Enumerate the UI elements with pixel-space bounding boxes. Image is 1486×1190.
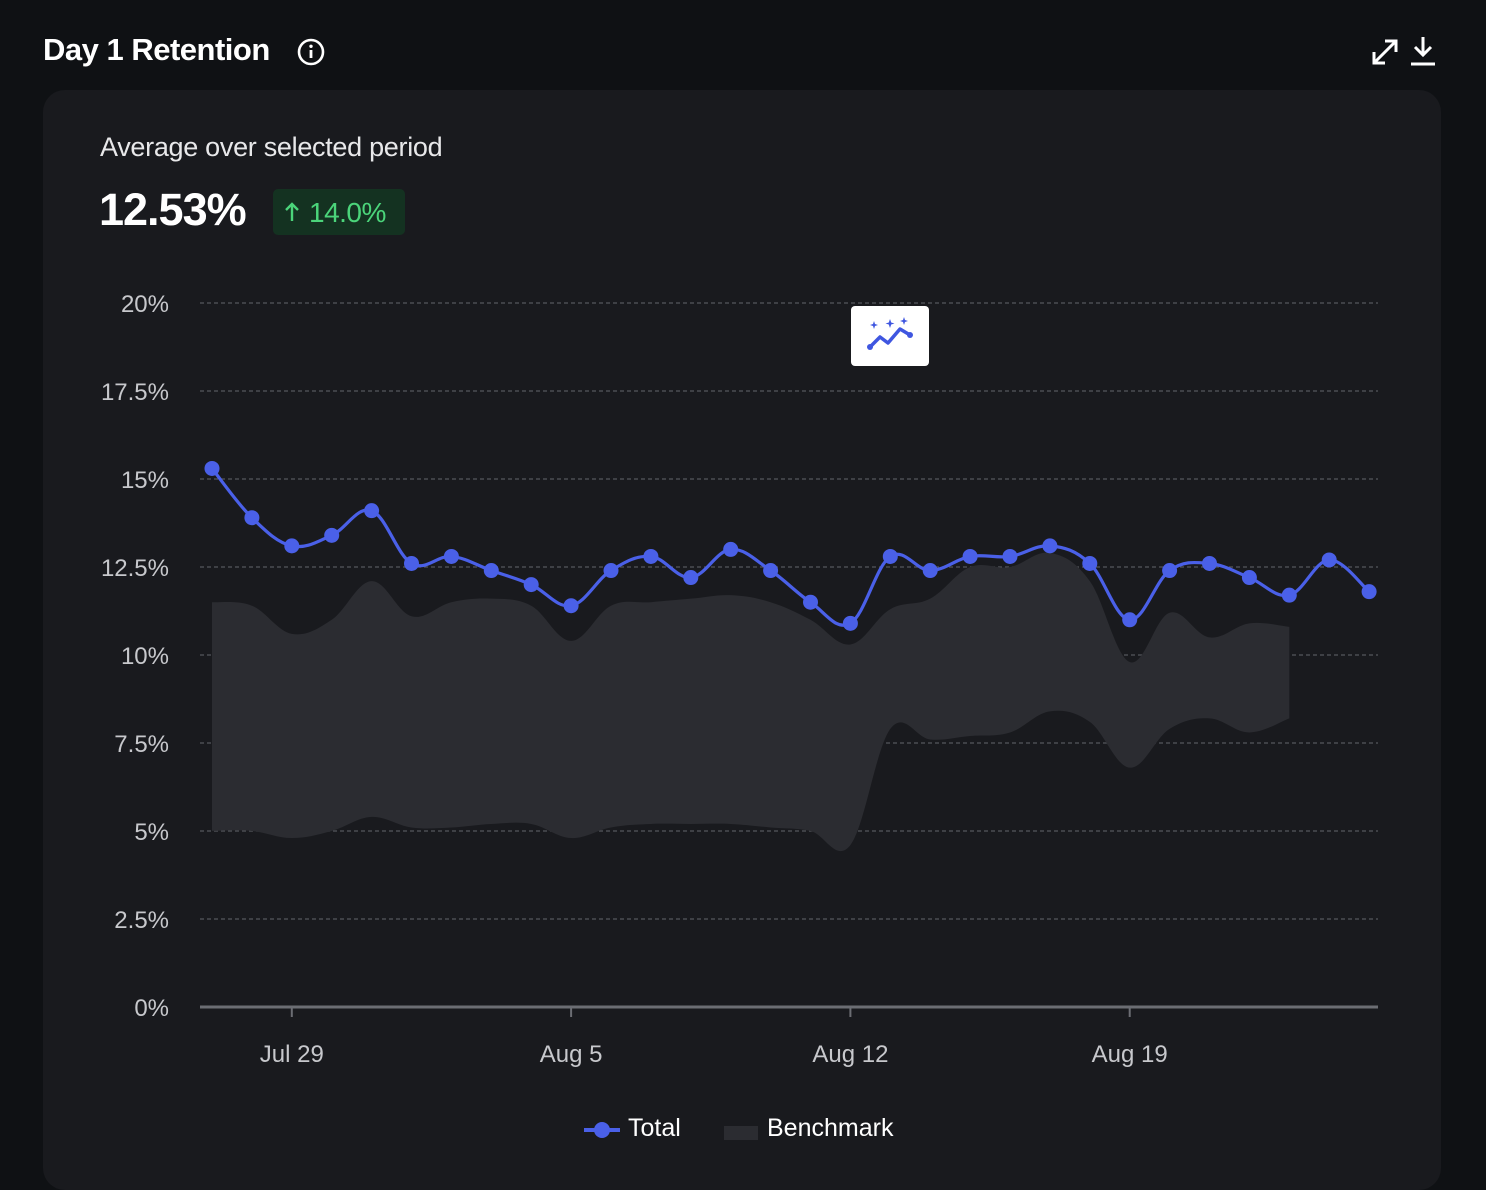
x-axis: Jul 29 Aug 5 Aug 12 Aug 19 (260, 1007, 1168, 1068)
y-tick-label: 20% (121, 291, 169, 318)
y-tick-label: 12.5% (101, 555, 169, 582)
x-tick-label: Aug 5 (540, 1041, 603, 1068)
x-tick-label: Aug 19 (1092, 1041, 1168, 1068)
total-data-point (563, 598, 579, 614)
total-data-point (1122, 612, 1138, 628)
y-tick-label: 5% (134, 819, 169, 846)
legend-total-label: Total (628, 1114, 681, 1142)
total-data-point (443, 548, 459, 564)
total-data-point (882, 548, 898, 564)
retention-line-chart: 0% 2.5% 5% 7.5% 10% 12.5% 15% 17.5% 20% Jul 29 Au… (101, 291, 1378, 1068)
benchmark-band (212, 552, 1290, 852)
y-tick-label: 0% (134, 995, 169, 1022)
total-data-point (483, 563, 499, 579)
benchmark-band-layer (212, 552, 1290, 852)
legend-benchmark-label: Benchmark (767, 1114, 894, 1142)
insights-button[interactable] (851, 306, 929, 366)
y-tick-label: 15% (121, 467, 169, 494)
x-tick-label: Aug 12 (812, 1041, 888, 1068)
sparkle-trend-icon (867, 317, 913, 350)
y-axis: 0% 2.5% 5% 7.5% 10% 12.5% 15% 17.5% 20% (101, 291, 169, 1022)
total-data-point (1082, 555, 1098, 571)
total-data-point (1162, 563, 1178, 579)
legend-total-marker (584, 1122, 620, 1138)
chart-legend: Total Benchmark (584, 1110, 944, 1150)
y-tick-label: 10% (121, 643, 169, 670)
total-data-point (364, 503, 380, 519)
total-data-point (723, 541, 739, 557)
total-data-point (324, 527, 340, 543)
total-data-point (204, 460, 220, 476)
total-data-point (1281, 587, 1297, 603)
total-data-point (1241, 570, 1257, 586)
total-data-point (244, 510, 260, 526)
total-data-point (1361, 584, 1377, 600)
total-data-point (803, 594, 818, 610)
total-data-point (284, 538, 300, 554)
total-data-point (643, 548, 659, 564)
y-tick-label: 7.5% (114, 731, 169, 758)
total-data-point (922, 563, 938, 579)
y-tick-label: 17.5% (101, 379, 169, 406)
y-tick-label: 2.5% (114, 907, 169, 934)
total-data-point (842, 615, 858, 631)
total-data-point (1002, 548, 1018, 564)
total-data-point (603, 563, 619, 579)
total-data-point (523, 577, 539, 593)
total-data-point (1042, 538, 1058, 554)
total-data-point (962, 548, 978, 564)
x-tick-label: Jul 29 (260, 1041, 324, 1068)
total-data-point (1202, 555, 1217, 571)
total-data-point (683, 570, 699, 586)
total-data-point (763, 563, 779, 579)
total-data-point (404, 555, 419, 571)
total-data-point (1321, 552, 1337, 568)
legend-benchmark-swatch (724, 1126, 758, 1140)
